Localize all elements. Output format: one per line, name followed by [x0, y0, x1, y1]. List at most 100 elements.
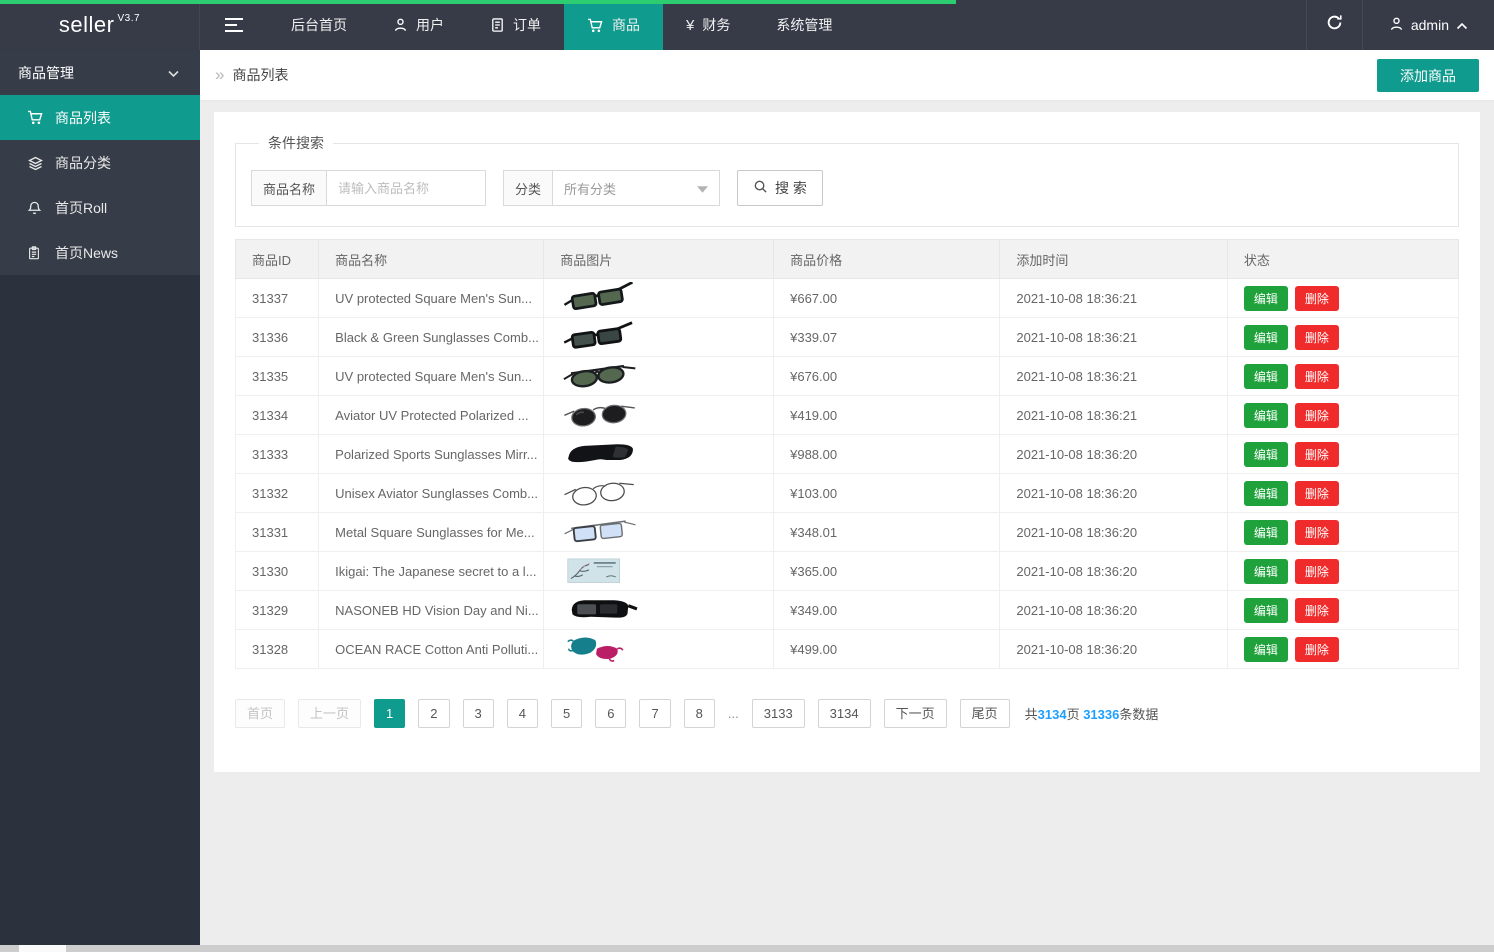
nav-item-label: 后台首页	[291, 17, 347, 33]
sidebar-group-label: 商品管理	[18, 64, 74, 81]
brand-version: V3.7	[117, 12, 141, 24]
sidebar: 商品管理 商品列表商品分类首页Roll 首页News	[0, 50, 200, 952]
pagination-page-2[interactable]: 2	[418, 699, 450, 728]
nav-item-订单[interactable]: 订单	[467, 0, 564, 50]
column-header-商品价格: 商品价格	[773, 239, 1001, 279]
product-actions-cell: 编辑 删除	[1226, 434, 1460, 474]
pagination-page-3134[interactable]: 3134	[817, 699, 871, 728]
pagination-prev-button[interactable]: 上一页	[298, 699, 362, 728]
sidebar-item-商品分类[interactable]: 商品分类	[0, 140, 200, 185]
product-time-cell: 2021-10-08 18:36:20	[999, 434, 1228, 474]
products-table: 商品ID 商品名称 商品图片 商品价格 添加时间 状态 31337 UV protected…	[234, 239, 1460, 669]
nav-item-用户[interactable]: 用户	[370, 0, 467, 50]
product-actions-cell: 编辑 删除	[1226, 395, 1460, 435]
sidebar-item-label: 首页News	[55, 244, 119, 261]
pagination-page-6[interactable]: 6	[595, 699, 627, 728]
product-image-sport-black	[560, 438, 773, 471]
sidebar-item-首页Roll[interactable]: 首页Roll	[0, 185, 200, 230]
delete-button[interactable]: 删除	[1294, 480, 1339, 506]
cart-icon	[27, 110, 44, 125]
delete-button[interactable]: 删除	[1294, 636, 1339, 662]
delete-button[interactable]: 删除	[1294, 363, 1339, 389]
chevron-up-icon	[1456, 17, 1468, 33]
delete-button[interactable]: 删除	[1294, 558, 1339, 584]
edit-button[interactable]: 编辑	[1243, 636, 1288, 662]
breadcrumb-arrows-icon: »	[215, 65, 225, 84]
product-image-cell	[543, 434, 775, 474]
product-id-cell: 31331	[234, 512, 320, 552]
horizontal-scrollbar[interactable]	[0, 945, 1494, 952]
pagination-page-1[interactable]: 1	[374, 699, 406, 728]
edit-button[interactable]: 编辑	[1243, 441, 1288, 467]
product-image-aviator-clear	[560, 477, 773, 510]
add-product-button[interactable]: 添加商品	[1377, 59, 1479, 92]
hamburger-icon	[225, 18, 243, 32]
pagination-first-button[interactable]: 首页	[235, 699, 286, 728]
product-price-cell: ¥667.00	[773, 278, 1001, 318]
brand-name: seller	[58, 12, 115, 37]
category-label: 分类	[504, 171, 554, 205]
pagination-page-3133[interactable]: 3133	[751, 699, 805, 728]
sidebar-item-首页News[interactable]: 首页News	[0, 230, 200, 275]
pagination-page-5[interactable]: 5	[550, 699, 583, 728]
edit-button[interactable]: 编辑	[1243, 597, 1288, 623]
category-select[interactable]: 所有分类	[553, 171, 719, 205]
product-actions-cell: 编辑 删除	[1226, 629, 1460, 669]
product-price-cell: ¥348.01	[773, 512, 1001, 552]
delete-button[interactable]: 删除	[1294, 519, 1339, 545]
product-time-cell: 2021-10-08 18:36:20	[999, 551, 1228, 591]
product-actions-cell: 编辑 删除	[1226, 551, 1460, 591]
product-price-cell: ¥103.00	[773, 473, 1001, 513]
nav-item-系统管理[interactable]: 系统管理	[753, 0, 855, 50]
pagination-page-8[interactable]: 8	[683, 699, 715, 728]
pagination-page-4[interactable]: 4	[506, 699, 538, 728]
search-panel: 条件搜索 商品名称 分类 所有分类	[235, 133, 1459, 227]
admin-dropdown[interactable]: admin	[1361, 0, 1494, 50]
edit-button[interactable]: 编辑	[1243, 324, 1288, 350]
product-actions-cell: 编辑 删除	[1226, 590, 1460, 630]
loading-progress-bar	[0, 0, 957, 4]
product-image-wayfarer-dark	[560, 320, 773, 354]
product-name-cell: OCEAN RACE Cotton Anti Polluti...	[318, 629, 545, 669]
product-name-input[interactable]	[327, 171, 486, 205]
nav-item-label: 财务	[702, 17, 731, 33]
sidebar-item-商品列表[interactable]: 商品列表	[0, 95, 200, 140]
brand-logo: seller V3.7	[0, 0, 200, 50]
delete-button[interactable]: 删除	[1294, 324, 1339, 350]
summary-suffix: 条数据	[1119, 707, 1159, 722]
nav-item-商品[interactable]: 商品	[564, 0, 663, 50]
product-name-cell: Metal Square Sunglasses for Me...	[318, 512, 545, 552]
search-panel-legend: 条件搜索	[268, 135, 324, 151]
sidebar-item-label: 商品分类	[55, 154, 111, 171]
edit-button[interactable]: 编辑	[1243, 519, 1288, 545]
product-image-cell	[543, 317, 775, 357]
edit-button[interactable]: 编辑	[1243, 558, 1288, 584]
search-button-label: 搜 索	[775, 180, 807, 196]
horizontal-scrollbar-thumb[interactable]	[19, 945, 66, 952]
nav-item-后台首页[interactable]: 后台首页	[268, 0, 370, 50]
delete-button[interactable]: 删除	[1294, 285, 1339, 311]
sidebar-group-goods-management[interactable]: 商品管理	[0, 50, 200, 95]
pagination-last-button[interactable]: 尾页	[959, 699, 1010, 728]
pagination-next-button[interactable]: 下一页	[883, 699, 947, 728]
pagination-page-7[interactable]: 7	[639, 699, 671, 728]
edit-button[interactable]: 编辑	[1243, 363, 1288, 389]
sidebar-toggle-button[interactable]	[200, 0, 268, 50]
delete-button[interactable]: 删除	[1294, 597, 1339, 623]
delete-button[interactable]: 删除	[1294, 441, 1339, 467]
bell-icon	[27, 200, 44, 216]
delete-button[interactable]: 删除	[1294, 402, 1339, 428]
edit-button[interactable]: 编辑	[1243, 402, 1288, 428]
product-image-cell	[543, 473, 775, 513]
pagination-page-3[interactable]: 3	[462, 699, 494, 728]
refresh-button[interactable]	[1305, 0, 1362, 50]
product-image-aviator-green	[560, 360, 773, 393]
product-id-cell: 31333	[234, 434, 320, 474]
edit-button[interactable]: 编辑	[1243, 480, 1288, 506]
pagination-ellipsis: ...	[727, 706, 739, 721]
nav-item-财务[interactable]: ¥ 财务	[663, 0, 753, 50]
search-button[interactable]: 搜 索	[737, 170, 823, 206]
column-header-商品图片: 商品图片	[543, 239, 775, 279]
edit-button[interactable]: 编辑	[1243, 285, 1288, 311]
sidebar-item-label: 首页Roll	[55, 199, 108, 216]
